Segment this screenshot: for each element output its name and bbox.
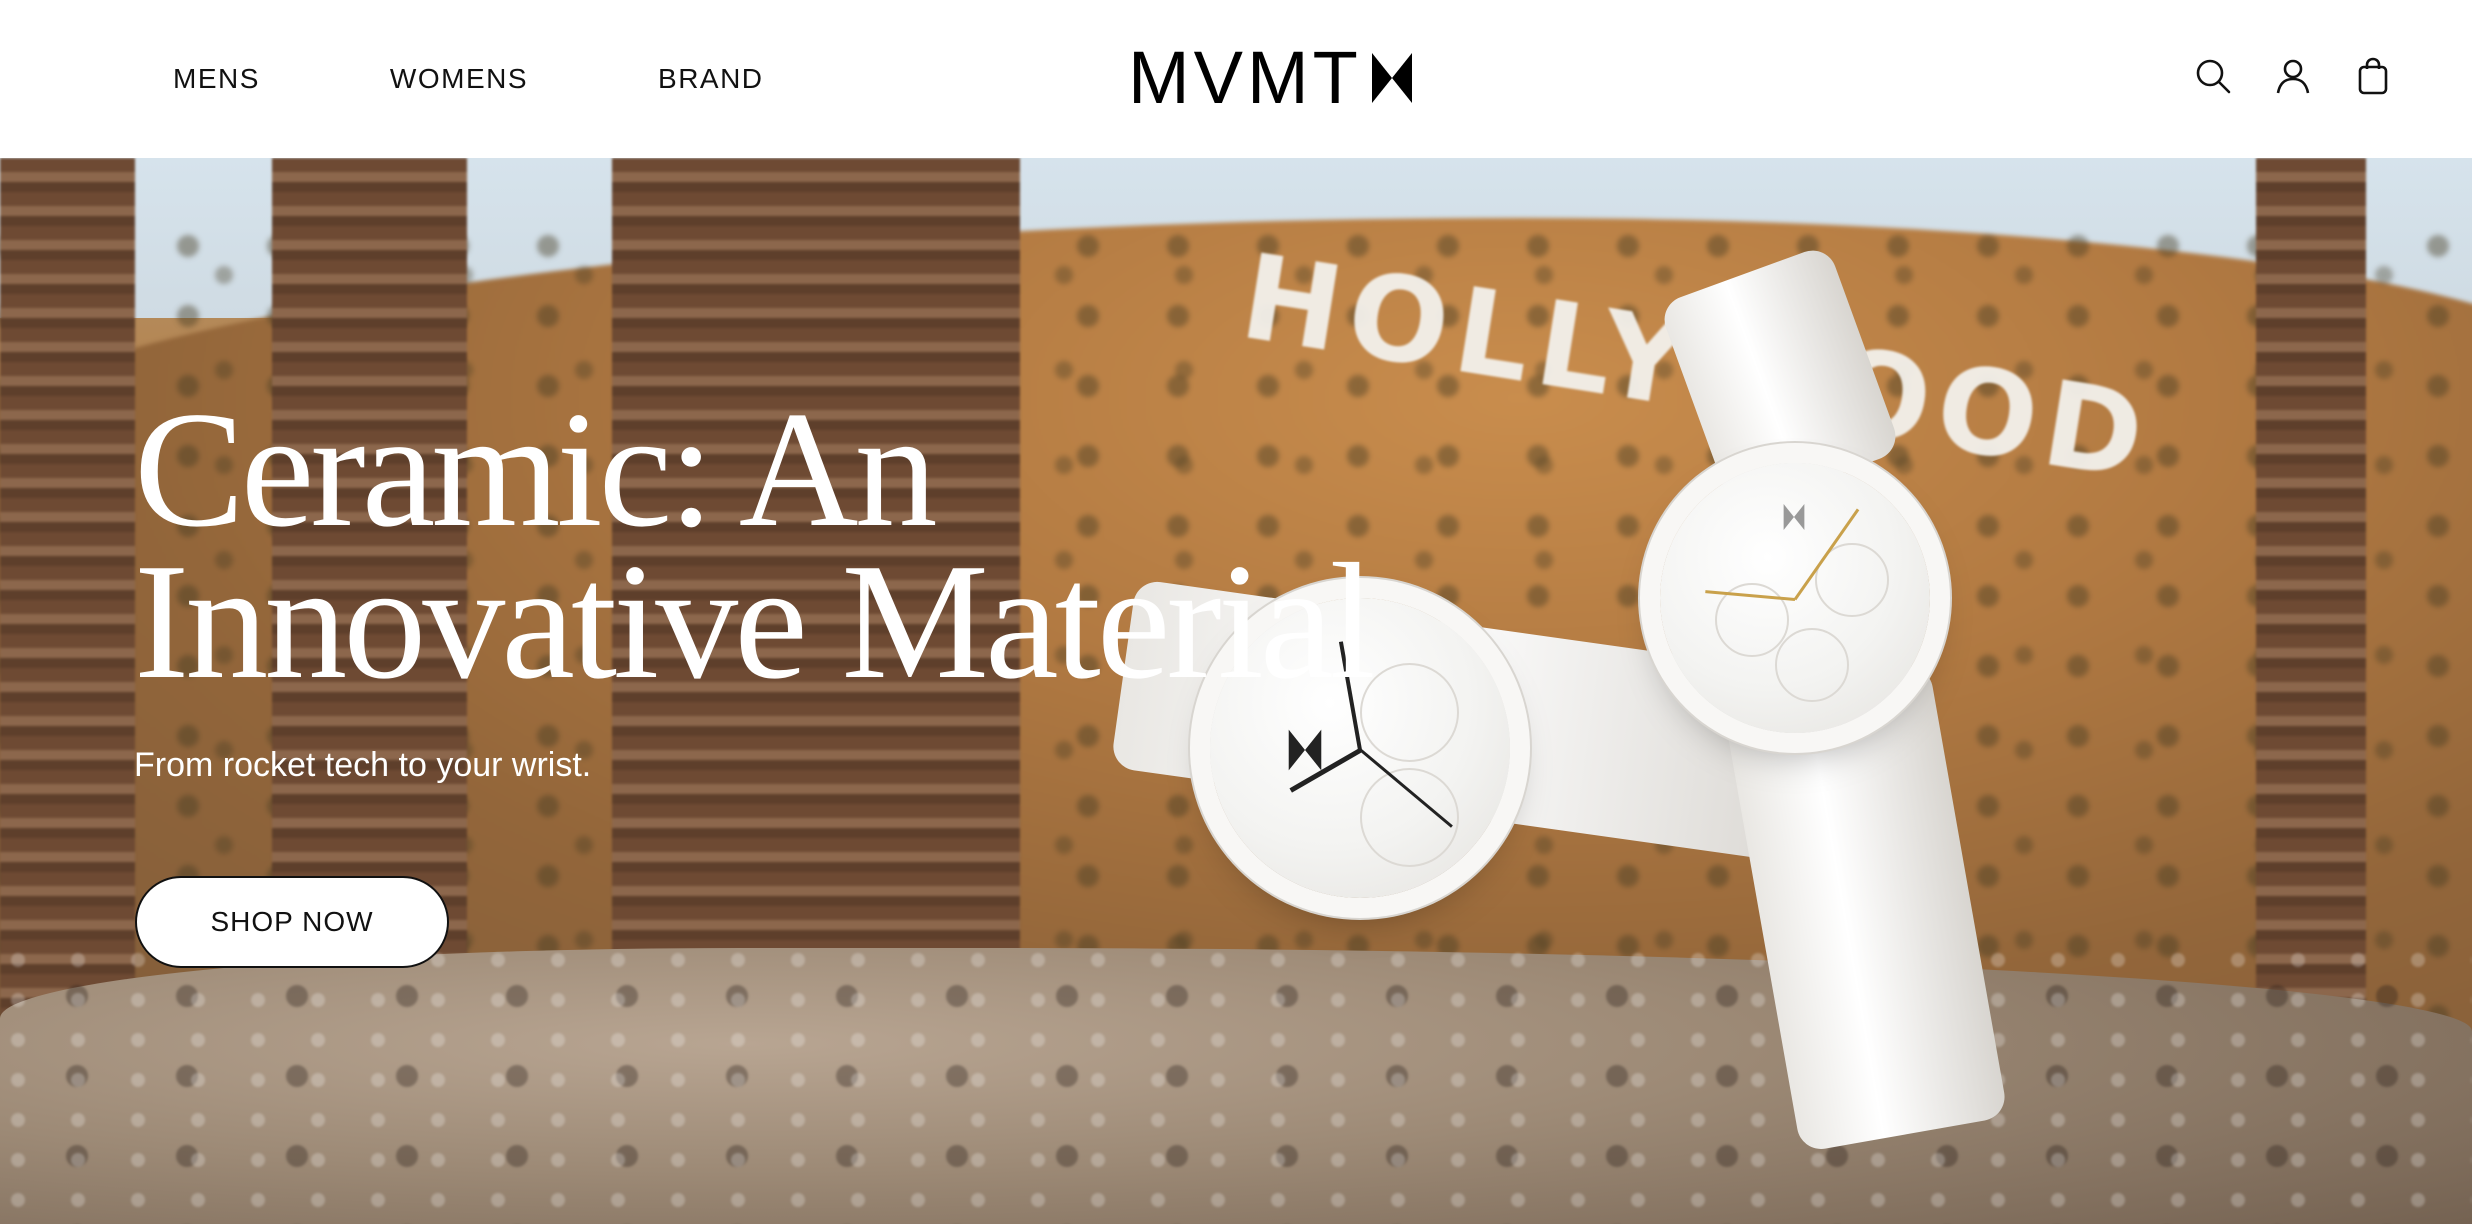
watch-face — [1660, 463, 1930, 733]
shop-now-button[interactable]: SHOP NOW — [135, 876, 449, 968]
nav-mens-link[interactable]: MENS — [173, 63, 260, 95]
palm-trunk — [0, 158, 135, 1058]
palm-trunk — [2256, 158, 2366, 1058]
hero-subtitle: From rocket tech to your wrist. — [134, 746, 592, 784]
nav-womens-link[interactable]: WOMENS — [390, 63, 528, 95]
hero-title-line: Innovative Material — [134, 529, 1376, 713]
search-icon[interactable] — [2192, 55, 2234, 97]
foreground-rock — [0, 948, 2472, 1224]
header-actions — [2192, 55, 2394, 97]
logo-wordmark: MVMT — [1128, 36, 1362, 119]
hero-title: Ceramic: An Innovative Material — [134, 377, 1534, 713]
logo-mark-icon — [1371, 53, 1412, 103]
watch-subdial — [1775, 628, 1849, 702]
nav-brand-link[interactable]: BRAND — [658, 63, 764, 95]
watch-logo-icon — [1288, 729, 1322, 771]
hero-banner: HOLLYWOOD — [0, 158, 2472, 1224]
account-icon[interactable] — [2272, 55, 2314, 97]
brand-logo[interactable]: MVMT — [1128, 40, 1414, 116]
site-header: MENS WOMENS BRAND MVMT — [0, 0, 2472, 158]
main-nav: MENS WOMENS BRAND — [173, 0, 894, 158]
shopping-bag-icon[interactable] — [2352, 55, 2394, 97]
hero-title-line: Ceramic: An — [134, 377, 938, 561]
watch-logo-icon — [1783, 504, 1805, 530]
